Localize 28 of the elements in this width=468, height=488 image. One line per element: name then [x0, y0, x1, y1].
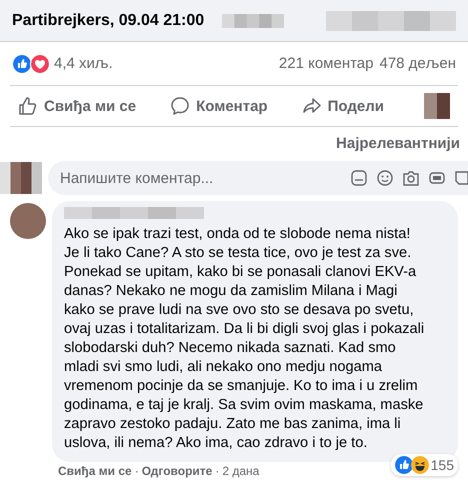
like-button[interactable]: Свиђа ми се	[18, 90, 136, 122]
comment-count[interactable]: 221 коментар	[278, 55, 374, 72]
comment-button[interactable]: Коментар	[170, 90, 268, 122]
share-button[interactable]: Подели	[302, 90, 384, 122]
reaction-count[interactable]: 4,4 хиљ.	[54, 55, 113, 72]
reaction-summary[interactable]: 155	[390, 454, 458, 476]
comment-text: Ako se ipak trazi test, onda od te slobode nema nista! Je li tako Cane? A sto se testa tice, ovo je test za sve. Ponekad se upitam, kako bi se ponasali clanovi EKV-a danas? Nekako ne mogu da zamislim Milana i Magi kako se prave ludi na sve ovo sto se desava po svetu, ovaj uzas i totalitarizam. Da li bi digli svoj glas i pokazali slobodarski duh? Necemo nikada saznati. Kad smo mladi svi smo ludi, ali nekako ono medju nogama vremenom pocinje da se smanjuje. Ko to ima i u zrelim godinama, e taj je kralj. Sa svim ovim maskama, maske zapravo zestoko padaju. Zato me bas zanima, ima li uslova, ili nema? Ako ima, cao zdravo i to je to.	[64, 225, 426, 453]
post-title: Partibrejkers, 09.04 21:00	[12, 12, 204, 30]
separator: ·	[214, 464, 220, 479]
heart-reaction-icon	[30, 54, 50, 74]
laughing-reaction-icon	[410, 456, 429, 474]
blurred-text	[222, 14, 284, 28]
emoji-icon[interactable]	[376, 169, 394, 187]
speech-bubble-icon	[170, 96, 190, 116]
like-link[interactable]: Свиђа ми се	[58, 464, 132, 479]
comment-field[interactable]: Напишите коментар...	[48, 161, 468, 195]
camera-icon[interactable]	[402, 169, 420, 187]
separator: ·	[134, 464, 140, 479]
like-reaction-icon	[394, 456, 413, 474]
blurred-avatar	[0, 162, 42, 194]
share-count[interactable]: 478 дељен	[379, 55, 456, 72]
avatar[interactable]	[10, 203, 46, 239]
thumbs-up-icon	[18, 96, 38, 116]
blurred-avatar	[424, 93, 450, 119]
timestamp[interactable]: 2 дана	[222, 464, 260, 479]
like-reaction-icon	[12, 54, 32, 74]
sort-menu[interactable]: Најрелевантнији	[336, 135, 460, 152]
reply-link[interactable]: Одговорите	[142, 464, 212, 479]
